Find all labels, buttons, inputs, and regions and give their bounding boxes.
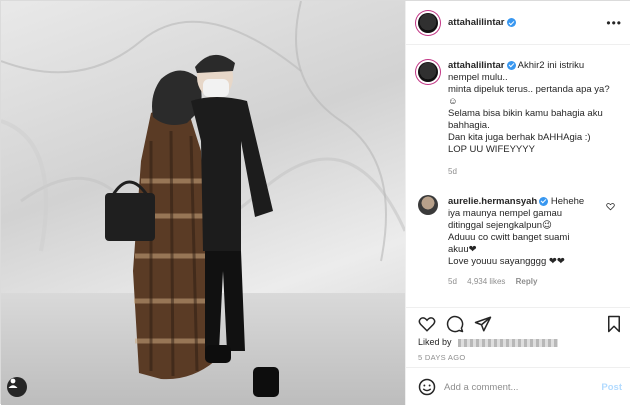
verified-icon: [506, 18, 516, 28]
comment-line: ditinggal sejengkalpun😉: [448, 220, 552, 231]
caption: attahalilintar Akhir2 ini istriku nempel…: [448, 60, 624, 178]
share-icon[interactable]: [474, 315, 492, 333]
verified-icon: [506, 60, 516, 70]
post-photo[interactable]: [1, 1, 405, 405]
more-options-icon[interactable]: •••: [606, 16, 622, 30]
caption-age: 5d: [448, 167, 457, 176]
author-username[interactable]: attahalilintar: [448, 17, 505, 28]
caption-line: nempel mulu..: [448, 72, 508, 83]
caption-line: Selama bisa bikin kamu bahagia aku: [448, 108, 603, 119]
verified-icon: [539, 196, 549, 206]
caption-line: Akhir2 ini istriku: [517, 60, 585, 71]
author-avatar[interactable]: [418, 13, 438, 33]
couple-photo-illustration: [1, 1, 405, 397]
post-sidebar: attahalilintar ••• attahalilintar Akhir2…: [405, 1, 630, 405]
post-comment-button[interactable]: Post: [601, 382, 622, 393]
instagram-post: attahalilintar ••• attahalilintar Akhir2…: [0, 0, 630, 405]
add-comment-bar: Add a comment... Post: [406, 367, 630, 405]
comment-likes[interactable]: 4,934 likes: [467, 277, 505, 286]
bookmark-icon[interactable]: [606, 315, 622, 333]
action-bar: [406, 307, 630, 337]
comment-age: 5d: [448, 277, 457, 286]
post-date[interactable]: 5 DAYS AGO: [418, 353, 465, 362]
caption-line: ☺: [448, 96, 458, 107]
comment-line: akuu❤: [448, 244, 477, 255]
comment-like-heart-icon[interactable]: [606, 202, 615, 211]
comment-icon[interactable]: [446, 315, 464, 333]
caption-line: LOP UU WIFEYYYY: [448, 144, 535, 155]
comments-section: attahalilintar Akhir2 ini istriku nempel…: [406, 46, 630, 306]
comment-line: Aduuu co cwitt banget suami: [448, 232, 570, 243]
add-comment-input[interactable]: Add a comment...: [444, 382, 518, 393]
post-header: attahalilintar •••: [406, 1, 630, 45]
reply-button[interactable]: Reply: [516, 277, 538, 286]
caption-line: bahhagia.: [448, 120, 490, 131]
comment-line: iya maunya nempel gamau: [448, 208, 563, 219]
caption-author-avatar[interactable]: [418, 62, 438, 82]
liked-by: Liked by: [418, 337, 559, 347]
comment-meta: 5d 4,934 likes Reply: [448, 276, 608, 288]
author-name-row: attahalilintar: [448, 17, 516, 28]
liked-by-redacted[interactable]: [458, 338, 559, 347]
liked-by-label: Liked by: [418, 337, 452, 347]
caption-line: minta dipeluk terus.. pertanda apa ya?: [448, 84, 610, 95]
commenter-username[interactable]: aurelie.hermansyah: [448, 196, 537, 207]
tagged-user-icon[interactable]: [7, 377, 27, 397]
comment-line: Hehehe: [550, 196, 585, 207]
comment-line: Love youuu sayangggg ❤❤: [448, 256, 565, 267]
emoji-icon[interactable]: [418, 378, 436, 396]
comment: aurelie.hermansyah Hehehe iya maunya nem…: [448, 196, 608, 288]
commenter-avatar[interactable]: [418, 195, 438, 215]
heart-icon[interactable]: [418, 315, 436, 333]
caption-author[interactable]: attahalilintar: [448, 60, 505, 71]
caption-line: Dan kita juga berhak bAHHAgia :): [448, 132, 591, 143]
